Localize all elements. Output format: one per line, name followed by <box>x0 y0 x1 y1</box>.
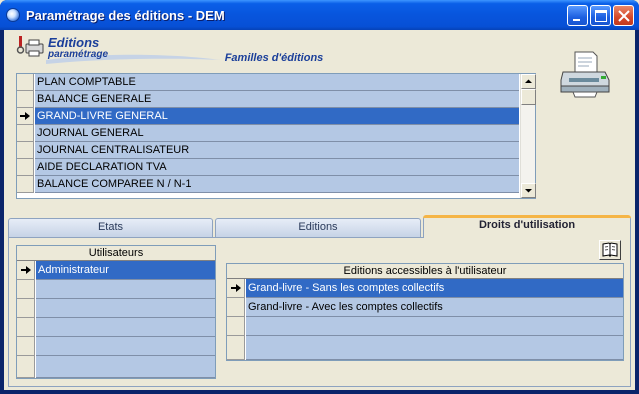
edition-row-selected[interactable]: Grand-livre - Sans les comptes collectif… <box>227 279 623 298</box>
user-name[interactable] <box>36 299 215 318</box>
family-label[interactable]: PLAN COMPTABLE <box>35 74 519 91</box>
user-row[interactable] <box>17 299 215 318</box>
family-row[interactable]: BALANCE COMPAREE N / N-1 <box>17 176 519 193</box>
family-label[interactable]: BALANCE GENERALE <box>35 91 519 108</box>
window-content: Editions paramétrage Familles d'éditions… <box>4 30 635 390</box>
tab-editions[interactable]: Editions <box>215 218 421 237</box>
accessible-editions-grid[interactable]: Editions accessibles à l'utilisateur Gra… <box>226 263 624 361</box>
user-name[interactable] <box>36 280 215 299</box>
row-selector[interactable] <box>17 142 34 159</box>
row-selector[interactable] <box>17 356 35 378</box>
scroll-thumb[interactable] <box>521 89 536 105</box>
row-selector[interactable] <box>227 317 245 336</box>
printer-icon <box>560 51 610 98</box>
edition-label[interactable] <box>246 336 623 360</box>
edition-label[interactable]: Grand-livre - Avec les comptes collectif… <box>246 298 623 317</box>
edition-label[interactable] <box>246 317 623 336</box>
row-selector[interactable] <box>17 159 34 176</box>
row-selector[interactable] <box>17 74 34 91</box>
row-selector[interactable] <box>17 125 34 142</box>
user-name[interactable]: Administrateur <box>36 261 215 280</box>
user-name[interactable] <box>36 337 215 356</box>
close-button[interactable] <box>613 5 634 26</box>
family-row[interactable]: AIDE DECLARATION TVA <box>17 159 519 176</box>
tab-droits-utilisation[interactable]: Droits d'utilisation <box>423 215 631 238</box>
arrow-right-icon <box>20 112 30 120</box>
app-icon[interactable] <box>6 8 20 22</box>
row-selector[interactable] <box>17 261 35 280</box>
arrow-right-icon <box>21 266 31 274</box>
maximize-button[interactable] <box>590 5 611 26</box>
users-column-header[interactable]: Utilisateurs <box>17 246 215 261</box>
user-name[interactable] <box>36 356 215 378</box>
row-selector[interactable] <box>17 176 34 193</box>
row-selector[interactable] <box>17 91 34 108</box>
title-bar[interactable]: Paramétrage des éditions - DEM <box>0 0 639 30</box>
user-row-selected[interactable]: Administrateur <box>17 261 215 280</box>
families-scrollbar[interactable] <box>520 74 536 198</box>
family-row[interactable]: JOURNAL CENTRALISATEUR <box>17 142 519 159</box>
user-row[interactable] <box>17 318 215 337</box>
family-row[interactable]: BALANCE GENERALE <box>17 91 519 108</box>
row-selector[interactable] <box>17 108 34 125</box>
chevron-down-icon <box>525 189 532 193</box>
users-grid[interactable]: Utilisateurs Administrateur <box>16 245 216 379</box>
row-selector[interactable] <box>17 337 35 356</box>
family-row[interactable]: PLAN COMPTABLE <box>17 74 519 91</box>
scroll-down-button[interactable] <box>521 183 536 198</box>
accessible-column-header[interactable]: Editions accessibles à l'utilisateur <box>227 264 623 279</box>
scroll-up-button[interactable] <box>521 74 536 89</box>
families-title: Familles d'éditions <box>224 52 324 64</box>
user-name[interactable] <box>36 318 215 337</box>
chevron-up-icon <box>525 79 532 83</box>
row-selector[interactable] <box>17 280 35 299</box>
family-label[interactable]: JOURNAL CENTRALISATEUR <box>35 142 519 159</box>
user-row[interactable] <box>17 280 215 299</box>
family-row-selected[interactable]: GRAND-LIVRE GENERAL <box>17 108 519 125</box>
families-list[interactable]: PLAN COMPTABLE BALANCE GENERALE GRAND-LI… <box>16 73 536 199</box>
user-row[interactable] <box>17 337 215 356</box>
family-label[interactable]: BALANCE COMPAREE N / N-1 <box>35 176 519 193</box>
family-label[interactable]: AIDE DECLARATION TVA <box>35 159 519 176</box>
family-row[interactable]: JOURNAL GENERAL <box>17 125 519 142</box>
row-selector[interactable] <box>227 298 245 317</box>
arrow-right-icon <box>231 284 241 292</box>
row-selector[interactable] <box>227 279 245 298</box>
row-selector[interactable] <box>227 336 245 360</box>
family-label[interactable]: GRAND-LIVRE GENERAL <box>35 108 519 125</box>
edition-row[interactable]: Grand-livre - Avec les comptes collectif… <box>227 298 623 317</box>
book-icon <box>602 242 618 258</box>
tab-etats[interactable]: Etats <box>8 218 213 237</box>
row-selector[interactable] <box>17 318 35 337</box>
window-title: Paramétrage des éditions - DEM <box>26 8 225 23</box>
row-selector[interactable] <box>17 299 35 318</box>
application-window: Paramétrage des éditions - DEM Editions … <box>0 0 639 394</box>
edition-row[interactable] <box>227 317 623 336</box>
user-row[interactable] <box>17 356 215 378</box>
edition-label[interactable]: Grand-livre - Sans les comptes collectif… <box>246 279 623 298</box>
logo-title: Editions <box>48 35 100 50</box>
book-button[interactable] <box>599 240 621 260</box>
edition-row[interactable] <box>227 336 623 360</box>
minimize-button[interactable] <box>567 5 588 26</box>
family-label[interactable]: JOURNAL GENERAL <box>35 125 519 142</box>
